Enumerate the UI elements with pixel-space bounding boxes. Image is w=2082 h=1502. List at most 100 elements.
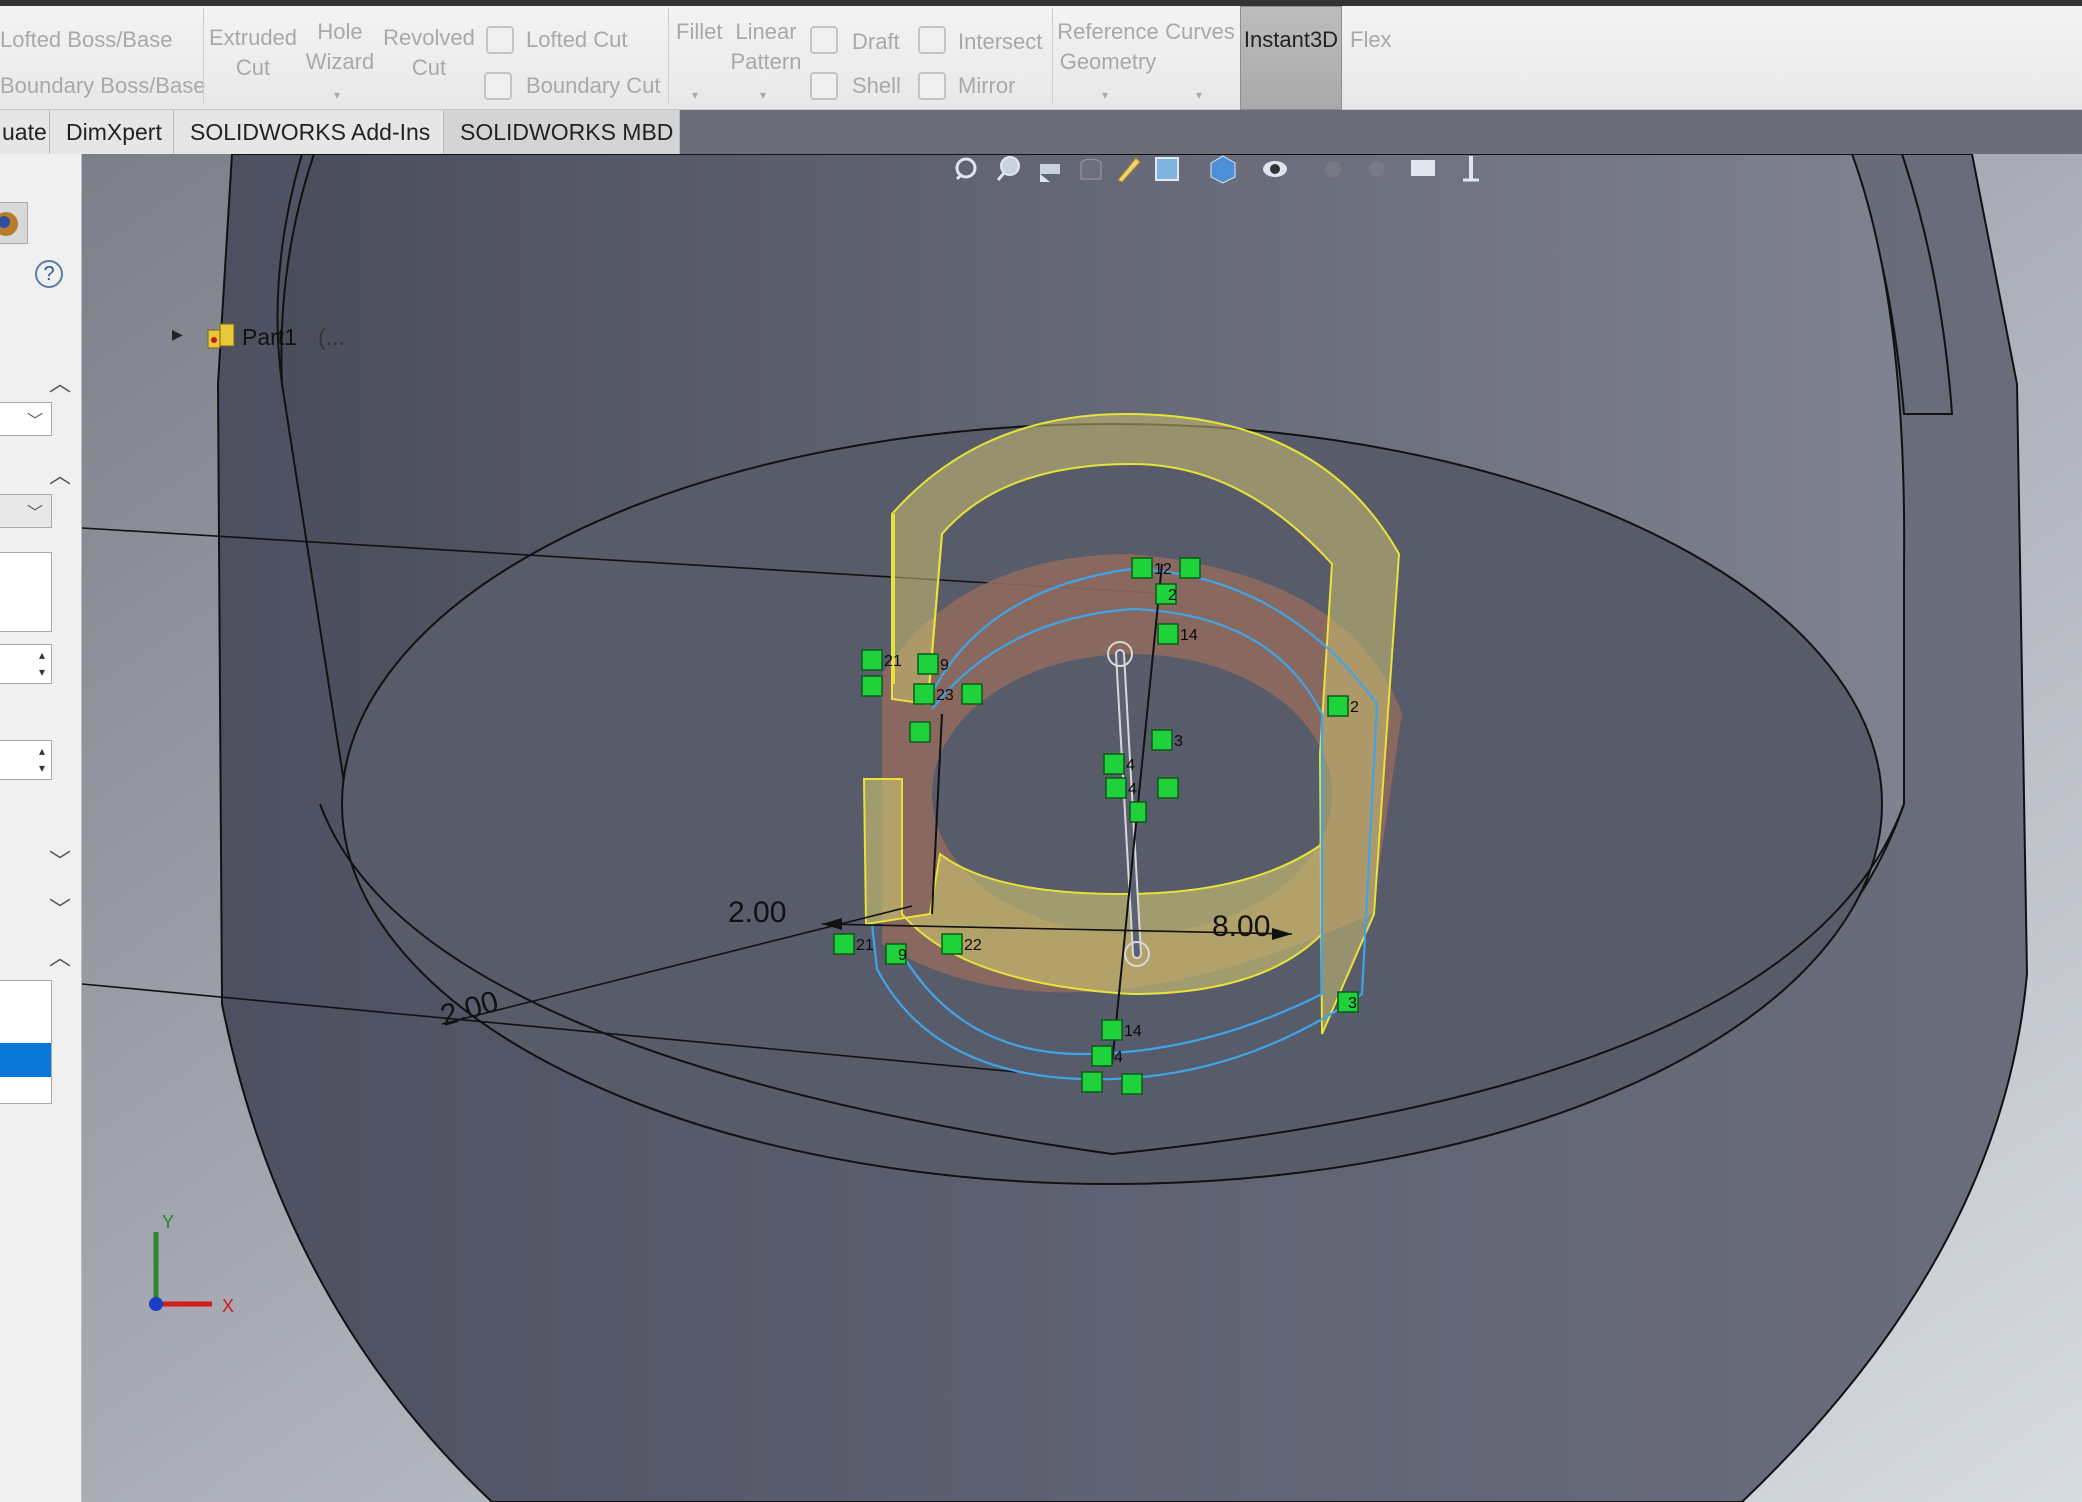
relation-glyph[interactable]: 2 bbox=[1155, 583, 1177, 605]
intersect-button[interactable]: Intersect bbox=[958, 28, 1042, 56]
spinner-arrows-icon[interactable]: ▴ ▾ bbox=[39, 647, 45, 681]
display-style-icon[interactable] bbox=[1152, 154, 1182, 184]
svg-text:4: 4 bbox=[1114, 1049, 1123, 1066]
instant3d-label: Instant3D bbox=[1243, 27, 1339, 52]
view-orientation-icon[interactable] bbox=[1114, 154, 1144, 184]
dropdown-field[interactable]: ﹀ bbox=[0, 402, 52, 436]
relation-glyph[interactable]: 14 bbox=[1157, 623, 1198, 645]
extruded-cut-label-1[interactable]: Extruded bbox=[208, 24, 298, 52]
spin-input[interactable]: ▴ ▾ bbox=[0, 740, 52, 780]
hole-wizard-label-1[interactable]: Hole bbox=[302, 18, 378, 46]
collapse-section-icon[interactable]: ︿ bbox=[45, 458, 75, 490]
lofted-boss-base-button[interactable]: Lofted Boss/Base bbox=[0, 26, 172, 54]
curves-dropdown-icon[interactable]: ▾ bbox=[1196, 88, 1202, 102]
tab-dimxpert[interactable]: DimXpert bbox=[50, 110, 174, 154]
relation-glyph[interactable]: 23 bbox=[913, 683, 954, 705]
relation-glyph[interactable] bbox=[1081, 1071, 1103, 1093]
relation-glyph[interactable]: 4 bbox=[1103, 753, 1135, 775]
mirror-icon[interactable] bbox=[918, 72, 946, 100]
triad-x-label: X bbox=[222, 1296, 234, 1316]
lofted-cut-button[interactable]: Lofted Cut bbox=[526, 26, 628, 54]
revolved-cut-label-1[interactable]: Revolved bbox=[382, 24, 476, 52]
relation-glyph[interactable] bbox=[1121, 1073, 1143, 1095]
relation-glyph[interactable]: 3 bbox=[1337, 991, 1359, 1013]
apply-scene-icon[interactable] bbox=[1318, 154, 1348, 184]
dropdown-field[interactable]: ﹀ bbox=[0, 494, 52, 528]
relation-glyph[interactable]: 4 bbox=[1091, 1045, 1123, 1067]
shell-icon[interactable] bbox=[810, 72, 838, 100]
graphics-area[interactable]: 2.00 8.00 2.00 12 2 14 21 9 23 3 2 4 4 2… bbox=[82, 154, 2082, 1502]
section-view-icon[interactable] bbox=[1076, 154, 1106, 184]
dimension-label-width[interactable]: 2.00 bbox=[728, 896, 786, 929]
dimension-label-length[interactable]: 8.00 bbox=[1212, 910, 1270, 943]
tab-evaluate[interactable]: uate bbox=[0, 110, 50, 154]
edit-appearance-icon[interactable] bbox=[1260, 154, 1290, 184]
hole-wizard-label-2[interactable]: Wizard bbox=[302, 48, 378, 76]
relation-glyph[interactable]: 12 bbox=[1131, 557, 1172, 579]
hole-wizard-dropdown-icon[interactable]: ▾ bbox=[334, 88, 340, 102]
boundary-cut-button[interactable]: Boundary Cut bbox=[526, 72, 661, 100]
extruded-cut-label-2[interactable]: Cut bbox=[208, 54, 298, 82]
relation-glyph[interactable] bbox=[861, 675, 883, 697]
appearance-tab-icon[interactable] bbox=[0, 202, 28, 244]
relation-glyph[interactable] bbox=[961, 683, 983, 705]
list-box[interactable] bbox=[0, 980, 52, 1104]
relation-glyph[interactable]: 21 bbox=[833, 933, 874, 955]
relation-glyph[interactable] bbox=[1179, 557, 1201, 579]
lofted-cut-icon[interactable] bbox=[486, 26, 514, 54]
instant3d-button[interactable]: Instant3D bbox=[1240, 6, 1342, 110]
view-settings-icon[interactable] bbox=[1408, 154, 1438, 184]
relation-glyph[interactable] bbox=[1129, 801, 1147, 823]
zoom-to-fit-icon[interactable] bbox=[952, 154, 982, 184]
boundary-cut-icon[interactable] bbox=[484, 72, 512, 100]
expand-section-icon[interactable]: ﹀ bbox=[45, 892, 75, 924]
reference-geometry-label-2[interactable]: Geometry bbox=[1056, 48, 1160, 76]
selected-list-item[interactable] bbox=[0, 1043, 51, 1077]
boundary-boss-base-button[interactable]: Boundary Boss/Base bbox=[0, 72, 205, 100]
collapse-section-icon[interactable]: ︿ bbox=[45, 366, 75, 398]
relation-glyph[interactable]: 2 bbox=[1327, 695, 1359, 717]
mirror-button[interactable]: Mirror bbox=[958, 72, 1015, 100]
svg-text:9: 9 bbox=[940, 657, 949, 674]
previous-view-icon[interactable] bbox=[1036, 154, 1066, 184]
relation-glyph[interactable] bbox=[909, 721, 931, 743]
relation-glyph[interactable]: 9 bbox=[885, 943, 907, 965]
reference-geometry-label-1[interactable]: Reference bbox=[1056, 18, 1160, 46]
help-icon[interactable]: ? bbox=[35, 260, 63, 288]
selection-box[interactable] bbox=[0, 552, 52, 632]
svg-text:23: 23 bbox=[936, 687, 954, 704]
relation-glyph[interactable]: 14 bbox=[1101, 1019, 1142, 1041]
relation-glyph[interactable]: 3 bbox=[1151, 729, 1183, 751]
revolved-cut-label-2[interactable]: Cut bbox=[382, 54, 476, 82]
relation-glyph[interactable] bbox=[1157, 777, 1179, 799]
spin-input[interactable]: ▴ ▾ bbox=[0, 644, 52, 684]
collapse-section-icon[interactable]: ︿ bbox=[45, 940, 75, 972]
linear-pattern-label-1[interactable]: Linear bbox=[726, 18, 806, 46]
expand-section-icon[interactable]: ﹀ bbox=[45, 844, 75, 876]
linear-pattern-label-2[interactable]: Pattern bbox=[726, 48, 806, 76]
curves-button[interactable]: Curves bbox=[1164, 18, 1236, 46]
draft-button[interactable]: Draft bbox=[852, 28, 900, 56]
linear-pattern-dropdown-icon[interactable]: ▾ bbox=[760, 88, 766, 102]
spinner-arrows-icon[interactable]: ▴ ▾ bbox=[39, 743, 45, 777]
fillet-dropdown-icon[interactable]: ▾ bbox=[692, 88, 698, 102]
relation-glyph[interactable]: 4 bbox=[1105, 777, 1137, 799]
relation-glyph[interactable]: 9 bbox=[917, 653, 949, 675]
reference-geometry-dropdown-icon[interactable]: ▾ bbox=[1102, 88, 1108, 102]
expand-arrow-icon[interactable]: ▶ bbox=[172, 326, 183, 343]
view-settings-icon[interactable] bbox=[1456, 154, 1486, 184]
apply-scene-icon[interactable] bbox=[1362, 154, 1392, 184]
relation-glyph[interactable]: 21 bbox=[861, 649, 902, 671]
fillet-button[interactable]: Fillet bbox=[676, 18, 722, 46]
zoom-area-icon[interactable] bbox=[994, 154, 1024, 184]
shell-button[interactable]: Shell bbox=[852, 72, 901, 100]
intersect-icon[interactable] bbox=[918, 26, 946, 54]
hide-show-icon[interactable] bbox=[1208, 154, 1238, 184]
draft-icon[interactable] bbox=[810, 26, 838, 54]
relation-glyph[interactable]: 22 bbox=[941, 933, 982, 955]
part-name[interactable]: Part1 bbox=[242, 324, 297, 351]
model-canvas[interactable]: 2.00 8.00 2.00 12 2 14 21 9 23 3 2 4 4 2… bbox=[82, 154, 2082, 1502]
tab-solidworks-mbd[interactable]: SOLIDWORKS MBD bbox=[444, 110, 680, 154]
flex-button[interactable]: Flex bbox=[1350, 26, 1392, 54]
tab-solidworks-add-ins[interactable]: SOLIDWORKS Add-Ins bbox=[174, 110, 444, 154]
